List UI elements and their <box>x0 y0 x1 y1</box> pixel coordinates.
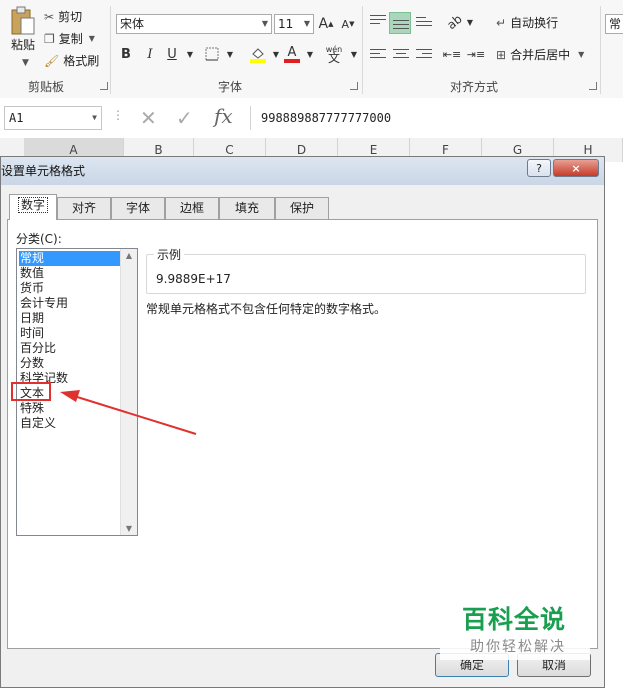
arrow-line <box>73 395 197 435</box>
tab-number[interactable]: 数字 <box>9 194 57 220</box>
watermark-logo: 百科全说 <box>462 605 567 634</box>
arrow-head-icon <box>60 390 80 402</box>
tab-label: 数字 <box>17 197 48 213</box>
annotation-arrow <box>60 390 197 435</box>
watermark-subtitle: 助你轻松解决 <box>470 639 566 655</box>
